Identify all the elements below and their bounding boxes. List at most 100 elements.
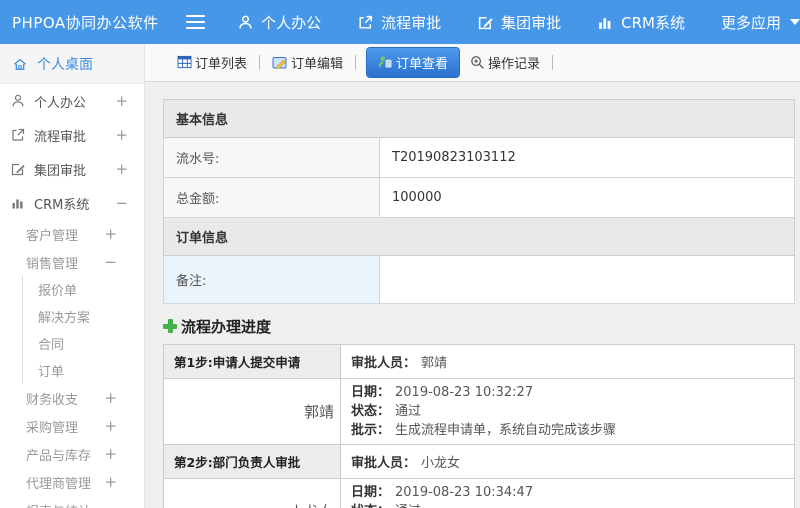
sidebar-item-label: 合同: [38, 338, 65, 353]
section-header-row: 基本信息: [163, 98, 795, 138]
field-value-remark: [379, 254, 795, 304]
sidebar-item-label: 集团审批: [34, 163, 87, 179]
bar-chart-icon: [597, 14, 614, 31]
sidebar-item-agent-management[interactable]: 代理商管理 +: [0, 468, 144, 496]
sidebar-item-label: 订单: [38, 365, 65, 380]
collapse-toggle[interactable]: −: [104, 253, 117, 271]
approver-name: 小龙女: [421, 455, 461, 471]
sidebar-item-solution[interactable]: 解决方案: [23, 303, 144, 330]
tab-label: 订单列表: [195, 56, 248, 72]
edit-doc-icon: [272, 55, 288, 70]
date-value: 2019-08-23 10:34:47: [395, 484, 534, 500]
view-icon: [378, 55, 393, 69]
field-label-remark: 备注:: [163, 254, 380, 304]
sidebar-item-products-inventory[interactable]: 产品与库存 +: [0, 440, 144, 468]
expand-toggle[interactable]: +: [104, 389, 117, 407]
flow-export-icon: [357, 14, 374, 31]
actor-name: 小龙女: [163, 477, 341, 508]
expand-toggle[interactable]: +: [104, 445, 117, 463]
sidebar-item-label: 采购管理: [26, 420, 79, 436]
sidebar-item-quotation[interactable]: 报价单: [23, 276, 144, 303]
sidebar-item-sales-management[interactable]: 销售管理 −: [0, 248, 144, 276]
plus-icon: [163, 319, 177, 334]
sidebar-item-reports-statistics[interactable]: 报表与统计: [0, 496, 144, 508]
tab-order-edit[interactable]: 订单编辑: [266, 49, 349, 76]
table-row: 总金额: 100000: [163, 176, 795, 218]
process-title-label: 流程办理进度: [181, 317, 272, 336]
nav-workflow-approval[interactable]: 流程审批: [357, 12, 441, 33]
magnifier-plus-icon: [470, 55, 485, 70]
approver-label: 审批人员：: [351, 455, 417, 471]
main-layout: 个人桌面 个人办公 + 流程审批 + 集团审批 + CRM系统 − 客户管理 +…: [0, 44, 800, 508]
sidebar-item-crm-system[interactable]: CRM系统 −: [0, 186, 144, 220]
sidebar-item-label: 流程审批: [34, 129, 87, 145]
field-value-total: 100000: [379, 176, 795, 218]
section-title: 基本信息: [163, 98, 795, 138]
detail-line-remark: 批示： 生成流程申请单，系统自动完成该步骤: [351, 421, 784, 440]
process-detail-row: 小龙女 日期：2019-08-23 10:34:47 状态：通过 批示：通过: [163, 477, 795, 508]
nav-crm-system[interactable]: CRM系统: [597, 12, 685, 33]
tab-divider: [355, 54, 357, 70]
top-bar: PHPOA协同办公软件 个人办公 流程审批 集团审批 CRM系统 更多应用: [0, 0, 800, 44]
tab-divider: [259, 54, 261, 70]
sidebar-item-group-approval[interactable]: 集团审批 +: [0, 152, 144, 186]
home-icon: [12, 56, 28, 72]
sidebar-item-finance[interactable]: 财务收支 +: [0, 384, 144, 412]
detail-line-date: 日期： 2019-08-23 10:34:47: [351, 483, 784, 502]
date-label: 日期：: [351, 484, 391, 500]
flow-export-icon: [10, 127, 26, 143]
table-row: 流水号: T20190823103112: [163, 136, 795, 178]
expand-toggle[interactable]: +: [104, 225, 117, 243]
sidebar-item-contract[interactable]: 合同: [23, 330, 144, 357]
sidebar-item-label: 财务收支: [26, 392, 79, 408]
expand-toggle[interactable]: +: [115, 92, 128, 110]
collapse-toggle[interactable]: −: [115, 194, 128, 212]
expand-toggle[interactable]: +: [115, 160, 128, 178]
sidebar-item-personal-desktop[interactable]: 个人桌面: [0, 44, 144, 84]
expand-toggle[interactable]: +: [115, 126, 128, 144]
sidebar-item-workflow-approval[interactable]: 流程审批 +: [0, 118, 144, 152]
nav-more-apps[interactable]: 更多应用: [721, 12, 800, 33]
field-label-serial: 流水号:: [163, 136, 380, 178]
process-table: 第1步:申请人提交申请 审批人员： 郭靖 郭靖 日期： 2019-08-23 10:…: [163, 343, 795, 508]
person-icon: [10, 93, 26, 109]
edit-icon: [477, 14, 494, 31]
tab-order-view[interactable]: 订单查看: [367, 47, 460, 77]
sidebar-item-label: 个人桌面: [37, 56, 93, 73]
sidebar-item-label: 报表与统计: [26, 501, 91, 508]
person-icon: [237, 14, 254, 31]
tab-order-list[interactable]: 订单列表: [171, 49, 253, 76]
sidebar-item-label: 客户管理: [26, 228, 79, 244]
sidebar-item-customer-management[interactable]: 客户管理 +: [0, 220, 144, 248]
menu-toggle-icon[interactable]: [186, 11, 206, 33]
remark-value: 生成流程申请单，系统自动完成该步骤: [395, 422, 617, 438]
sidebar-item-label: 代理商管理: [26, 476, 92, 492]
sidebar: 个人桌面 个人办公 + 流程审批 + 集团审批 + CRM系统 − 客户管理 +…: [0, 44, 145, 508]
sidebar-item-personal-office[interactable]: 个人办公 +: [0, 84, 144, 118]
tab-label: 操作记录: [488, 56, 541, 72]
sidebar-item-purchasing[interactable]: 采购管理 +: [0, 412, 144, 440]
bar-chart-icon: [10, 195, 26, 211]
step-name: 第2步:部门负责人审批: [163, 443, 341, 479]
actor-name: 郭靖: [163, 377, 341, 445]
sidebar-item-order[interactable]: 订单: [23, 357, 144, 384]
expand-toggle[interactable]: +: [104, 473, 117, 491]
process-detail-row: 郭靖 日期： 2019-08-23 10:32:27 状态： 通过 批示： 生成流程申…: [163, 377, 795, 445]
step-name: 第1步:申请人提交申请: [163, 343, 341, 379]
sales-submenu: 报价单 解决方案 合同 订单: [22, 276, 144, 384]
top-nav: 个人办公 流程审批 集团审批 CRM系统 更多应用: [237, 12, 800, 33]
field-value-serial: T20190823103112: [379, 136, 795, 178]
date-label: 日期：: [351, 384, 391, 400]
nav-personal-office[interactable]: 个人办公: [237, 12, 321, 33]
sidebar-item-label: 产品与库存: [26, 448, 92, 464]
approver-cell: 审批人员： 小龙女: [340, 443, 795, 479]
tab-label: 订单查看: [396, 56, 449, 72]
section-title: 订单信息: [163, 216, 795, 256]
status-value: 通过: [395, 403, 422, 419]
expand-toggle[interactable]: +: [104, 417, 117, 435]
detail-line-status: 状态： 通过: [351, 502, 784, 508]
approver-name: 郭靖: [421, 355, 448, 371]
nav-group-approval[interactable]: 集团审批: [477, 12, 561, 33]
table-row: 备注:: [163, 254, 795, 304]
tab-operation-log[interactable]: 操作记录: [464, 49, 546, 76]
